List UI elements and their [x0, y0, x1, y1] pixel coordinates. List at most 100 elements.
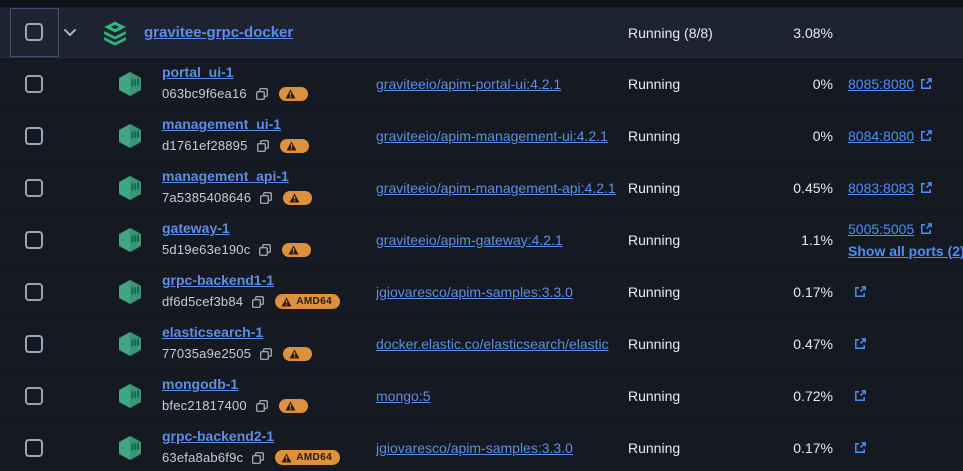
warning-icon	[289, 193, 300, 203]
status-text: Running	[628, 370, 680, 421]
group-cpu-percentage: 3.08%	[743, 8, 833, 57]
cpu-percentage: 0.47%	[743, 318, 833, 369]
container-icon	[117, 331, 143, 357]
row-checkbox[interactable]	[25, 335, 43, 353]
container-id: df6d5cef3b84	[162, 294, 243, 309]
status-text: Running	[628, 318, 680, 369]
chevron-down-icon[interactable]	[64, 29, 76, 37]
warning-icon	[281, 297, 292, 307]
container-name-link[interactable]: elasticsearch-1	[162, 324, 263, 340]
container-name-link[interactable]: management_api-1	[162, 168, 289, 184]
row-checkbox[interactable]	[25, 179, 43, 197]
port-link[interactable]: 8085:8080	[848, 74, 914, 94]
container-name-block: gateway-1 5d19e63e190c	[162, 220, 372, 257]
container-name-link[interactable]: mongodb-1	[162, 376, 238, 392]
image-link[interactable]: graviteeio/apim-portal-ui:4.2.1	[376, 76, 561, 92]
container-icon	[117, 71, 143, 97]
external-link-icon[interactable]	[919, 129, 933, 143]
container-icon	[117, 279, 143, 305]
image-cell: graviteeio/apim-gateway:4.2.1	[376, 214, 622, 265]
container-name-link[interactable]: gateway-1	[162, 220, 230, 236]
external-link-icon[interactable]	[919, 77, 933, 91]
container-icon	[117, 123, 143, 149]
container-name-block: management_ui-1 d1761ef28895	[162, 116, 372, 153]
image-link[interactable]: graviteeio/apim-management-ui:4.2.1	[376, 128, 608, 144]
copy-icon[interactable]	[251, 295, 265, 309]
image-cell: mongo:5	[376, 370, 622, 421]
row-checkbox[interactable]	[25, 387, 43, 405]
warning-icon	[288, 245, 299, 255]
warning-icon	[289, 349, 300, 359]
row-checkbox[interactable]	[25, 283, 43, 301]
image-link[interactable]: docker.elastic.co/elasticsearch/elastic	[376, 336, 609, 352]
copy-icon[interactable]	[259, 191, 273, 205]
image-cell: jgiovaresco/apim-samples:3.3.0	[376, 266, 622, 317]
image-link[interactable]: jgiovaresco/apim-samples:3.3.0	[376, 440, 573, 456]
container-name-link[interactable]: portal_ui-1	[162, 64, 234, 80]
row-checkbox[interactable]	[25, 439, 43, 457]
copy-icon[interactable]	[251, 451, 265, 465]
arch-badge: AMD64	[275, 294, 340, 309]
warning-icon	[281, 453, 292, 463]
arch-badge	[282, 243, 311, 257]
ports-cell	[848, 422, 960, 471]
external-link-icon[interactable]	[919, 222, 933, 236]
image-link[interactable]: graviteeio/apim-gateway:4.2.1	[376, 232, 563, 248]
container-name-link[interactable]: management_ui-1	[162, 116, 281, 132]
copy-icon[interactable]	[255, 87, 269, 101]
copy-icon[interactable]	[259, 347, 273, 361]
ports-cell: 8083:8083	[848, 162, 960, 213]
copy-icon[interactable]	[256, 139, 270, 153]
port-link[interactable]: 8083:8083	[848, 178, 914, 198]
group-status: Running (8/8)	[628, 8, 713, 57]
container-id: bfec21817400	[162, 398, 247, 413]
image-link[interactable]: jgiovaresco/apim-samples:3.3.0	[376, 284, 573, 300]
container-row: management_ui-1 d1761ef28895	[0, 110, 963, 162]
container-name-link[interactable]: grpc-backend2-1	[162, 428, 274, 444]
container-row: grpc-backend1-1 df6d5cef3b84 AMD64	[0, 266, 963, 318]
arch-badge	[283, 191, 312, 205]
copy-icon[interactable]	[258, 243, 272, 257]
group-checkbox[interactable]	[25, 23, 43, 41]
container-id: 5d19e63e190c	[162, 242, 250, 257]
external-link-icon[interactable]	[853, 285, 867, 299]
external-link-icon[interactable]	[853, 441, 867, 455]
external-link-icon[interactable]	[919, 181, 933, 195]
arch-badge-label: AMD64	[296, 296, 332, 307]
arch-badge: AMD64	[275, 450, 340, 465]
group-name-link[interactable]: gravitee-grpc-docker	[144, 24, 293, 41]
cpu-percentage: 0%	[743, 110, 833, 161]
status-text: Running	[628, 58, 680, 109]
image-cell: graviteeio/apim-portal-ui:4.2.1	[376, 58, 622, 109]
image-link[interactable]: graviteeio/apim-management-api:4.2.1	[376, 180, 616, 196]
row-checkbox[interactable]	[25, 75, 43, 93]
row-checkbox[interactable]	[25, 127, 43, 145]
show-all-ports-link[interactable]: Show all ports (2)	[848, 241, 960, 261]
cpu-percentage: 1.1%	[743, 214, 833, 265]
ports-cell: 8085:8080	[848, 58, 960, 109]
container-row: mongodb-1 bfec21817400	[0, 370, 963, 422]
port-link[interactable]: 5005:5005	[848, 219, 914, 239]
ports-cell	[848, 266, 960, 317]
external-link-icon[interactable]	[853, 389, 867, 403]
external-link-icon[interactable]	[853, 337, 867, 351]
container-name-link[interactable]: grpc-backend1-1	[162, 272, 274, 288]
port-link[interactable]: 8084:8080	[848, 126, 914, 146]
row-checkbox[interactable]	[25, 231, 43, 249]
cpu-percentage: 0.45%	[743, 162, 833, 213]
container-id: 063bc9f6ea16	[162, 86, 247, 101]
compose-stack-icon	[102, 20, 128, 46]
cpu-percentage: 0.17%	[743, 422, 833, 471]
image-link[interactable]: mongo:5	[376, 388, 430, 404]
container-name-block: mongodb-1 bfec21817400	[162, 376, 372, 413]
image-cell: docker.elastic.co/elasticsearch/elastic	[376, 318, 622, 369]
container-id: 77035a9e2505	[162, 346, 251, 361]
status-text: Running	[628, 110, 680, 161]
container-name-block: grpc-backend1-1 df6d5cef3b84 AMD64	[162, 272, 372, 309]
cpu-percentage: 0%	[743, 58, 833, 109]
ports-cell: 8084:8080	[848, 110, 960, 161]
arch-badge	[279, 399, 308, 413]
container-row: management_api-1 7a5385408646	[0, 162, 963, 214]
copy-icon[interactable]	[255, 399, 269, 413]
warning-icon	[285, 401, 296, 411]
